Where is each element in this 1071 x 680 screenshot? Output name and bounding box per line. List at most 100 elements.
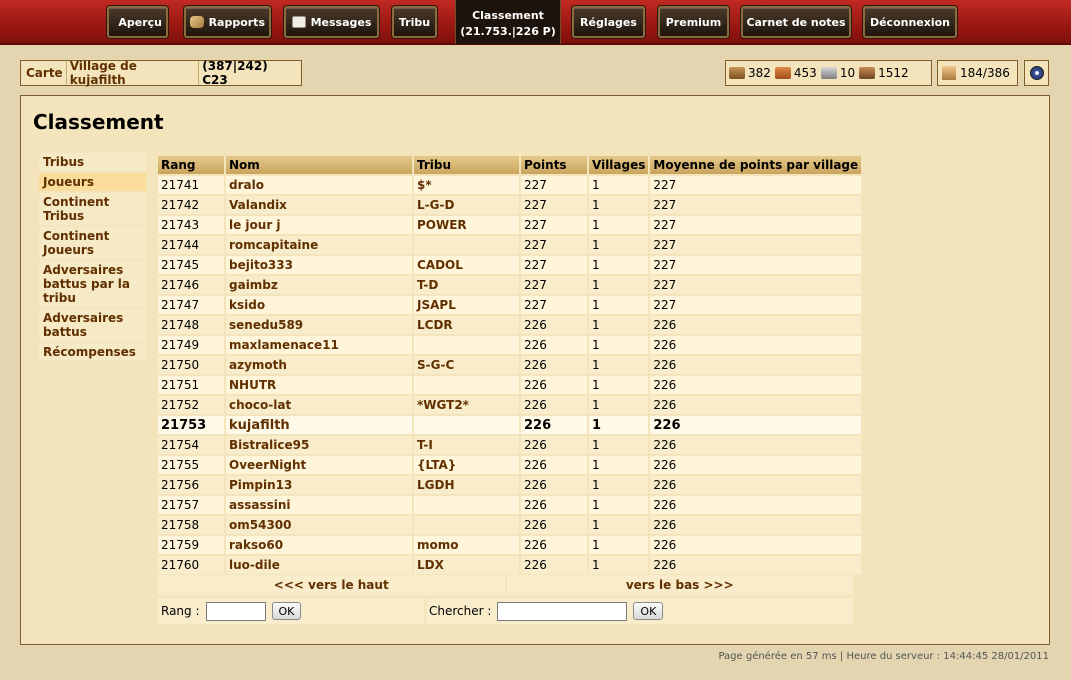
storage-icon	[859, 67, 876, 79]
menu-tribu-label: Tribu	[398, 15, 431, 29]
resource-storage: 1512	[859, 66, 909, 80]
cell-player-link[interactable]: kujafilth	[226, 416, 414, 434]
cell-player-link[interactable]: Valandix	[226, 196, 414, 214]
cell-points: 227	[521, 256, 589, 274]
cell-player-link[interactable]: Bistralice95	[226, 436, 414, 454]
map-link[interactable]: Carte	[23, 61, 67, 85]
settings-button[interactable]	[1024, 60, 1049, 86]
side-item-adversaires-tribu[interactable]: Adversaires battus par la tribu	[39, 261, 146, 307]
cell-player-link[interactable]: senedu589	[226, 316, 414, 334]
menu-classement[interactable]: Classement (21.753.|226 P)	[455, 0, 561, 44]
village-coords: (387|242) C23	[202, 59, 268, 87]
cell-tribe-link[interactable]: $*	[414, 176, 521, 194]
cell-tribe-link[interactable]: S-G-C	[414, 356, 521, 374]
cell-tribe-link[interactable]: {LTA}	[414, 456, 521, 474]
cell-rank: 21743	[158, 216, 226, 234]
cell-tribe-link[interactable]: T-D	[414, 276, 521, 294]
header-points: Points	[521, 156, 589, 174]
table-row: 21747 ksido JSAPL 227 1 227	[158, 296, 864, 314]
menu-reglages[interactable]: Réglages	[572, 6, 645, 38]
cell-points: 226	[521, 496, 589, 514]
rank-ok-button[interactable]: OK	[271, 602, 302, 620]
cell-tribe-link[interactable]: LCDR	[414, 316, 521, 334]
side-item-continent-joueurs[interactable]: Continent Joueurs	[39, 227, 146, 259]
cell-tribe-link[interactable]: CADOL	[414, 256, 521, 274]
cell-points: 226	[521, 476, 589, 494]
cell-tribe-link[interactable]	[414, 336, 521, 354]
cell-player-link[interactable]: om54300	[226, 516, 414, 534]
side-item-adversaires-battus[interactable]: Adversaires battus	[39, 309, 146, 341]
search-ok-button[interactable]: OK	[633, 602, 664, 620]
cell-player-link[interactable]: gaimbz	[226, 276, 414, 294]
cell-player-link[interactable]: dralo	[226, 176, 414, 194]
cell-player-link[interactable]: NHUTR	[226, 376, 414, 394]
search-input[interactable]	[497, 601, 628, 621]
cell-tribe-link[interactable]: momo	[414, 536, 521, 554]
cell-average: 227	[650, 216, 864, 234]
cell-average: 226	[650, 336, 864, 354]
menu-apercu-label: Aperçu	[118, 15, 162, 29]
mail-icon	[291, 16, 306, 28]
menu-messages[interactable]: Messages	[284, 6, 379, 38]
cell-average: 226	[650, 456, 864, 474]
cell-tribe-link[interactable]: L-G-D	[414, 196, 521, 214]
side-item-continent-tribus[interactable]: Continent Tribus	[39, 193, 146, 225]
farm-icon	[942, 66, 956, 80]
cell-player-link[interactable]: bejito333	[226, 256, 414, 274]
page-up-link[interactable]: <<< vers le haut	[158, 575, 505, 595]
cell-player-link[interactable]: rakso60	[226, 536, 414, 554]
cell-points: 226	[521, 436, 589, 454]
cell-tribe-link[interactable]: *WGT2*	[414, 396, 521, 414]
cell-tribe-link[interactable]: LDX	[414, 556, 521, 574]
cell-tribe-link[interactable]: LGDH	[414, 476, 521, 494]
cell-villages: 1	[589, 436, 651, 454]
cell-player-link[interactable]: le jour j	[226, 216, 414, 234]
side-item-tribus[interactable]: Tribus	[39, 153, 146, 171]
cell-tribe-link[interactable]	[414, 236, 521, 254]
cell-average: 227	[650, 256, 864, 274]
cell-player-link[interactable]: romcapitaine	[226, 236, 414, 254]
cell-player-link[interactable]: maxlamenace11	[226, 336, 414, 354]
side-item-recompenses[interactable]: Récompenses	[39, 343, 146, 361]
menu-apercu[interactable]: Aperçu	[107, 6, 168, 38]
cell-points: 226	[521, 536, 589, 554]
header-rang: Rang	[158, 156, 226, 174]
table-row: 21744 romcapitaine 227 1 227	[158, 236, 864, 254]
cell-tribe-link[interactable]: JSAPL	[414, 296, 521, 314]
side-item-joueurs[interactable]: Joueurs	[39, 173, 146, 191]
cell-rank: 21744	[158, 236, 226, 254]
cell-player-link[interactable]: assassini	[226, 496, 414, 514]
rank-input[interactable]	[205, 601, 266, 621]
page-down-link[interactable]: vers le bas >>>	[506, 575, 853, 595]
cell-player-link[interactable]: choco-lat	[226, 396, 414, 414]
cell-tribe-link[interactable]	[414, 376, 521, 394]
cell-average: 226	[650, 556, 864, 574]
cell-player-link[interactable]: ksido	[226, 296, 414, 314]
menu-carnet-de-notes[interactable]: Carnet de notes	[741, 6, 851, 38]
menu-deconnexion[interactable]: Déconnexion	[863, 6, 957, 38]
table-row: 21741 dralo $* 227 1 227	[158, 176, 864, 194]
cell-player-link[interactable]: OveerNight	[226, 456, 414, 474]
menu-tribu[interactable]: Tribu	[392, 6, 437, 38]
cell-average: 227	[650, 276, 864, 294]
cell-player-link[interactable]: azymoth	[226, 356, 414, 374]
top-menu-bar: Aperçu Rapports Messages Tribu Classemen…	[0, 0, 1071, 45]
cell-villages: 1	[589, 336, 651, 354]
cell-villages: 1	[589, 356, 651, 374]
resource-iron: 10	[820, 66, 855, 80]
cell-tribe-link[interactable]	[414, 496, 521, 514]
cell-tribe-link[interactable]: T-I	[414, 436, 521, 454]
cell-tribe-link[interactable]	[414, 416, 521, 434]
table-row: 21760 luo-dile LDX 226 1 226	[158, 556, 864, 574]
storage-value: 1512	[878, 66, 909, 80]
village-name-link[interactable]: Village de kujafilth	[67, 59, 200, 87]
menu-premium[interactable]: Premium	[658, 6, 729, 38]
cell-player-link[interactable]: Pimpin13	[226, 476, 414, 494]
cell-villages: 1	[589, 536, 651, 554]
cell-rank: 21758	[158, 516, 226, 534]
cell-tribe-link[interactable]	[414, 516, 521, 534]
cell-average: 227	[650, 236, 864, 254]
cell-player-link[interactable]: luo-dile	[226, 556, 414, 574]
menu-rapports[interactable]: Rapports	[184, 6, 271, 38]
cell-tribe-link[interactable]: POWER	[414, 216, 521, 234]
